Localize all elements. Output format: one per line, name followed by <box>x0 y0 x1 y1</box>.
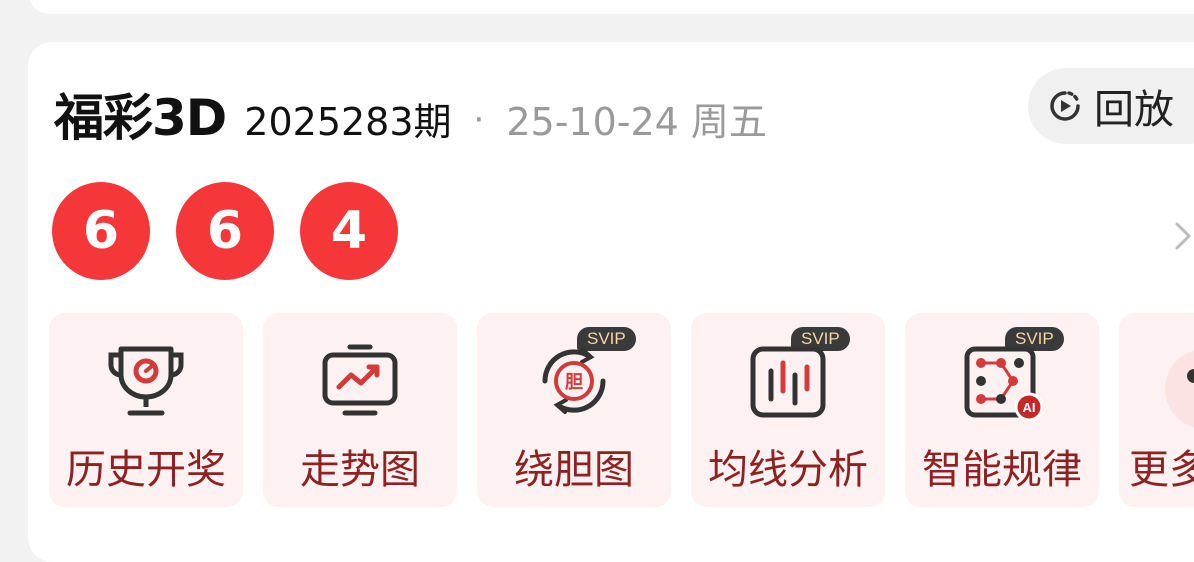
issue-number: 2025283期 <box>244 100 452 144</box>
number-ball: 4 <box>300 182 398 280</box>
separator-dot: · <box>473 100 485 140</box>
tool-label: 绕胆图 <box>514 447 634 493</box>
replay-label: 回放 <box>1094 87 1174 133</box>
lottery-result-card[interactable]: 福彩3D 2025283期 · 25-10-24 周五 回放 6 6 4 历史开… <box>28 42 1194 562</box>
tool-ai-pattern[interactable]: SVIP AI 智能规律 <box>905 313 1099 507</box>
more-icon <box>1165 349 1194 429</box>
previous-card-bottom <box>28 0 1194 14</box>
more-dot <box>1187 369 1194 383</box>
candlestick-icon <box>750 346 826 418</box>
tool-label: 历史开奖 <box>66 447 226 493</box>
tool-dan-cycle[interactable]: SVIP 胆 绕胆图 <box>477 313 671 507</box>
tool-label: 走势图 <box>300 447 420 493</box>
draw-numbers[interactable]: 6 6 4 <box>52 182 398 280</box>
tool-label: 智能规律 <box>922 447 1082 493</box>
dan-glyph: 胆 <box>564 372 583 393</box>
title-row: 福彩3D 2025283期 · 25-10-24 周五 <box>54 78 767 147</box>
replay-icon <box>1050 91 1080 121</box>
tool-moving-average[interactable]: SVIP 均线分析 <box>691 313 885 507</box>
dan-cycle-icon: 胆 <box>542 348 606 414</box>
number-ball: 6 <box>176 182 274 280</box>
tool-trend-chart[interactable]: 走势图 <box>263 313 457 507</box>
chevron-right-icon[interactable] <box>1168 216 1194 256</box>
replay-button[interactable]: 回放 <box>1028 68 1194 144</box>
draw-date: 25-10-24 周五 <box>506 100 767 144</box>
ai-pattern-icon: AI <box>964 346 1044 421</box>
number-ball: 6 <box>52 182 150 280</box>
trophy-icon <box>108 346 184 416</box>
tool-more[interactable]: 更多 <box>1119 313 1194 507</box>
ai-glyph: AI <box>1023 400 1036 415</box>
trend-chart-icon <box>322 344 398 416</box>
tool-grid: 历史开奖 走势图 SVIP 胆 绕胆图 SVIP 均线分析 SVIP AI 智能… <box>49 313 1194 507</box>
tool-label: 均线分析 <box>708 447 868 493</box>
game-name: 福彩3D <box>54 89 227 147</box>
tool-history-draws[interactable]: 历史开奖 <box>49 313 243 507</box>
tool-label: 更多 <box>1129 447 1194 493</box>
